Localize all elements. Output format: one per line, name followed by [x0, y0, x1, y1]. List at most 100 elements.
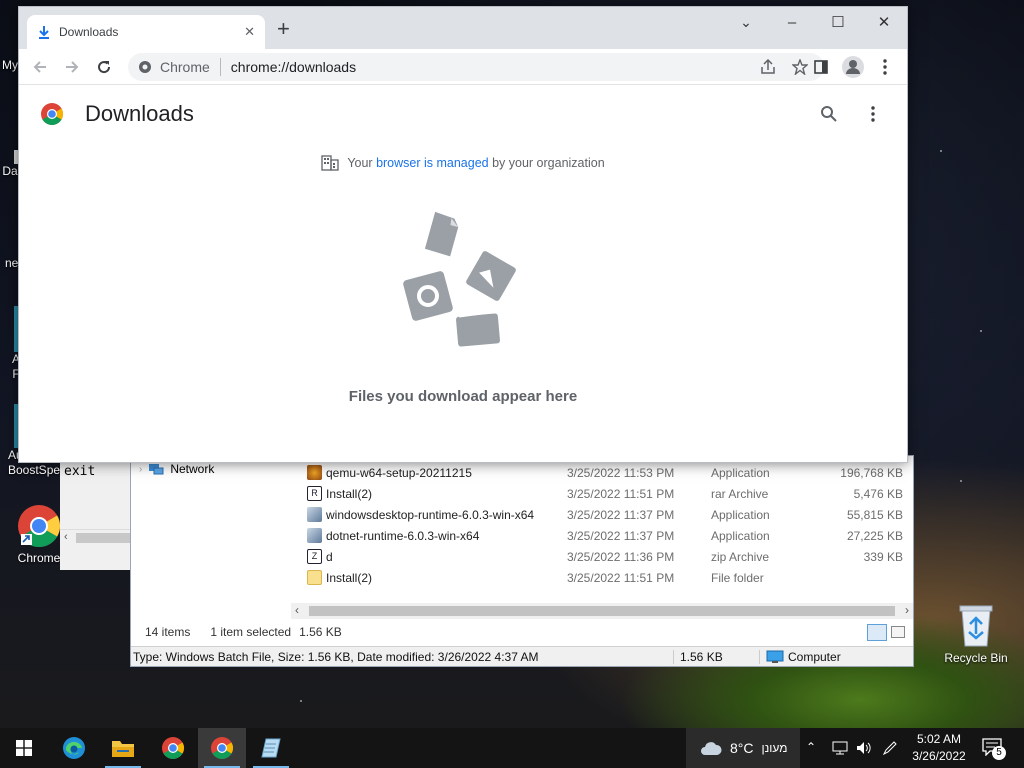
star — [300, 700, 302, 702]
chrome-menu-button[interactable] — [873, 55, 897, 79]
side-panel-button[interactable] — [809, 55, 833, 79]
star — [960, 480, 962, 482]
downloads-page: Downloads Your browser is managed by you… — [19, 85, 907, 462]
taskbar-notepad[interactable] — [247, 728, 295, 768]
cmd-output: exit — [64, 464, 96, 479]
folder-icon — [112, 741, 134, 757]
bookmark-star-icon[interactable] — [792, 59, 808, 75]
pen-ink-icon[interactable] — [882, 740, 898, 756]
share-icon[interactable] — [760, 59, 776, 75]
chrome-icon — [211, 737, 233, 759]
document-icon — [424, 211, 459, 257]
file-size: 339 KB — [863, 549, 903, 564]
file-type: Application — [711, 465, 770, 480]
explorer-status-bar: 14 items 1 item selected 1.56 KB — [131, 622, 913, 642]
file-list-hscrollbar[interactable]: ‹ › — [291, 603, 913, 619]
reload-button[interactable] — [92, 55, 116, 79]
windows-logo-icon — [16, 740, 32, 756]
tab-downloads[interactable]: Downloads ✕ — [27, 15, 265, 49]
search-icon[interactable] — [820, 105, 838, 123]
page-title: Downloads — [85, 101, 194, 126]
rar-icon: R — [307, 486, 322, 501]
file-row[interactable]: qemu-w64-setup-20211215 3/25/2022 11:53 … — [307, 462, 907, 483]
file-list: qemu-w64-setup-20211215 3/25/2022 11:53 … — [307, 462, 907, 588]
back-arrow-icon — [33, 61, 46, 73]
file-name: dotnet-runtime-6.0.3-win-x64 — [326, 528, 480, 543]
selected-count: 1 item selected — [210, 625, 292, 639]
large-icons-view-button[interactable] — [891, 626, 905, 638]
weather-widget[interactable]: 8°C מעונן — [686, 728, 800, 768]
taskbar-edge[interactable] — [50, 728, 98, 768]
file-row[interactable]: Install(2) 3/25/2022 11:51 PM File folde… — [307, 567, 907, 588]
file-type: rar Archive — [711, 486, 769, 501]
cmd-window[interactable]: exit ‹ — [60, 455, 132, 570]
selected-size: 1.56 KB — [299, 625, 342, 639]
installer-icon — [307, 507, 322, 522]
file-row[interactable]: windowsdesktop-runtime-6.0.3-win-x64 3/2… — [307, 504, 907, 525]
close-window-button[interactable]: ✕ — [861, 7, 907, 37]
file-name: qemu-w64-setup-20211215 — [326, 465, 472, 480]
start-button[interactable] — [0, 728, 48, 768]
maximize-button[interactable]: ☐ — [815, 7, 861, 37]
managed-text-prefix: Your — [347, 156, 377, 170]
scroll-left-arrow-icon[interactable]: ‹ — [64, 531, 68, 543]
forward-button[interactable] — [60, 55, 84, 79]
taskbar-file-explorer[interactable] — [99, 728, 147, 768]
network-tray-icon[interactable] — [832, 741, 848, 755]
url-text: chrome://downloads — [230, 59, 357, 75]
site-chip-label: Chrome — [160, 59, 210, 75]
clock[interactable]: 5:02 AM 3/26/2022 — [906, 731, 972, 765]
volume-icon[interactable] — [856, 741, 872, 755]
downloads-menu-icon[interactable] — [871, 106, 875, 122]
scrollbar-thumb[interactable] — [309, 606, 895, 616]
scroll-right-arrow-icon[interactable]: › — [905, 603, 909, 617]
taskbar-chrome-active[interactable] — [198, 728, 246, 768]
empty-state-message: Files you download appear here — [348, 388, 578, 405]
file-size: 55,815 KB — [846, 507, 903, 522]
expand-arrow-icon[interactable]: › — [139, 464, 142, 475]
desktop-icon-recycle-bin[interactable]: Recycle Bin — [940, 602, 1012, 666]
file-row[interactable]: Zd 3/25/2022 11:36 PM zip Archive 339 KB — [307, 546, 907, 567]
clock-time: 5:02 AM — [916, 732, 962, 746]
folder-icon — [307, 570, 322, 585]
file-date: 3/25/2022 11:51 PM — [567, 570, 675, 585]
item-count: 14 items — [145, 625, 191, 639]
file-name: Install(2) — [326, 570, 373, 585]
minimize-button[interactable]: – — [769, 7, 815, 37]
file-row[interactable]: dotnet-runtime-6.0.3-win-x64 3/25/2022 1… — [307, 525, 907, 546]
profile-avatar-icon — [842, 56, 864, 78]
file-size-summary: 1.56 KB — [673, 649, 759, 664]
scroll-left-arrow-icon[interactable]: ‹ — [295, 603, 299, 617]
tab-title: Downloads — [59, 25, 119, 39]
scrollbar-thumb[interactable] — [76, 533, 132, 543]
chrome-icon — [162, 737, 184, 759]
desktop-icon-da[interactable]: Da — [2, 150, 18, 179]
details-view-button[interactable] — [867, 624, 887, 641]
desktop-icon-ne[interactable]: ne — [5, 256, 18, 271]
close-tab-icon[interactable]: ✕ — [244, 24, 255, 40]
chrome-site-icon — [139, 61, 151, 73]
show-hidden-icons-icon[interactable]: ⌃ — [806, 740, 816, 754]
address-bar[interactable]: Chrome chrome://downloads — [128, 53, 824, 81]
managed-link[interactable]: browser is managed — [376, 156, 489, 170]
star — [940, 150, 942, 152]
file-type: File folder — [711, 570, 764, 585]
file-explorer-window[interactable]: › Network qemu-w64-setup-20211215 3/25/2… — [130, 455, 914, 667]
file-date: 3/25/2022 11:37 PM — [567, 507, 675, 522]
taskbar-chrome[interactable] — [149, 728, 197, 768]
back-button[interactable] — [28, 55, 52, 79]
new-tab-button[interactable]: + — [277, 18, 290, 40]
desktop-icon-my-computer[interactable]: My — [2, 58, 18, 73]
file-row[interactable]: R Install(2) 3/25/2022 11:51 PM rar Archi… — [307, 483, 907, 504]
forward-arrow-icon — [66, 61, 79, 73]
nav-item-network[interactable]: › Network — [139, 462, 214, 476]
file-details: Type: Windows Batch File, Size: 1.56 KB,… — [133, 649, 539, 664]
navigation-pane: › Network — [131, 456, 301, 606]
file-type: zip Archive — [711, 549, 770, 564]
location-label: Computer — [788, 649, 841, 664]
cmd-hscrollbar[interactable]: ‹ — [60, 529, 132, 545]
search-tabs-icon[interactable]: ⌄ — [723, 7, 769, 37]
notification-center-button[interactable]: 5 — [982, 738, 1008, 760]
chrome-window[interactable]: Downloads ✕ + ⌄ – ☐ ✕ Chrome chrome://do… — [18, 6, 908, 463]
profile-button[interactable] — [841, 55, 865, 79]
